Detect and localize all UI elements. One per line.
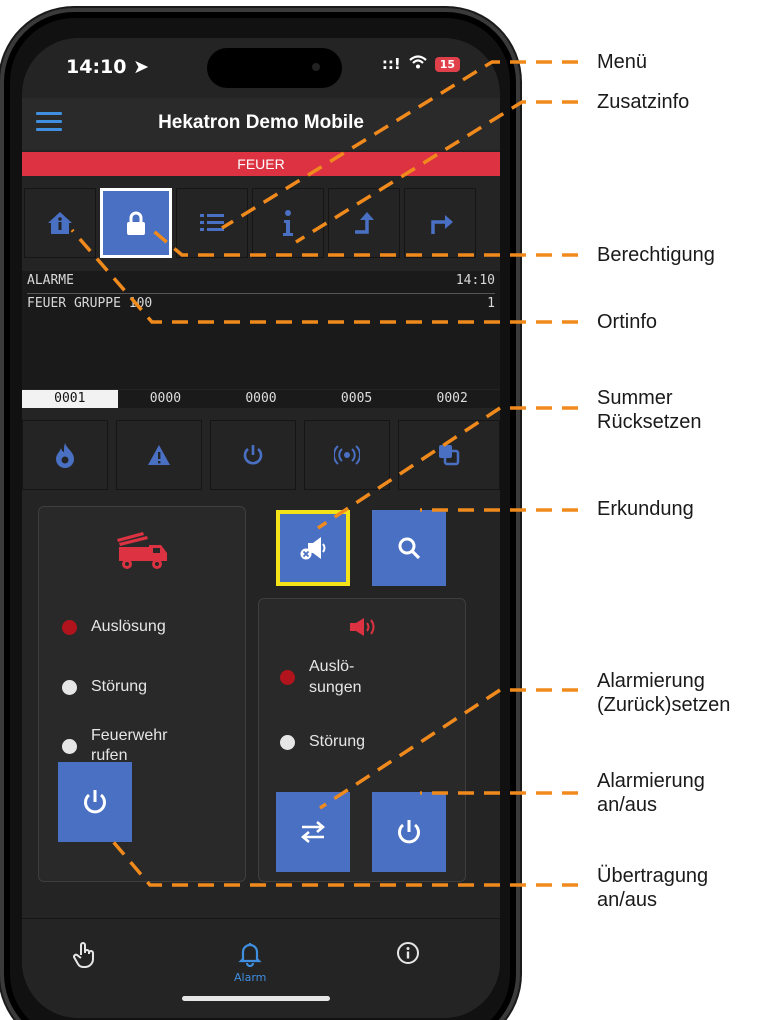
transmission-toggle-button[interactable] [58, 762, 132, 842]
counter-2[interactable]: 0000 [118, 390, 214, 408]
lock-icon [127, 211, 145, 235]
status-transmission[interactable] [304, 420, 390, 490]
label-buzzer-reset: Summer Rücksetzen [597, 387, 702, 433]
arrow-up-right-icon [431, 215, 453, 234]
label-authorization: Berechtigung [597, 244, 715, 266]
label-exploration: Erkundung [597, 498, 694, 520]
status-fault-alarm: Störung [280, 733, 365, 751]
status-indicators: ::! 15 [382, 55, 460, 73]
label-menu: Menü [597, 51, 648, 73]
indicator-red [62, 619, 77, 635]
layers-icon [439, 445, 460, 466]
search-icon [398, 537, 421, 560]
fire-icon [56, 443, 74, 468]
nav-control[interactable] [72, 941, 98, 969]
nav-alarm[interactable]: Alarm [234, 941, 266, 984]
status-call-fire-brigade: Feuerwehr rufen [62, 726, 167, 766]
phone-screen: 14:10 ➤ ::! 15 Hekatron Demo Mobile FEUE… [22, 38, 500, 1018]
buzzer-reset-button[interactable] [276, 510, 350, 586]
call-fire-brigade-label: Feuerwehr rufen [91, 727, 168, 764]
alarm-reset-button[interactable] [276, 792, 350, 872]
fire-truck-icon [117, 532, 167, 569]
fault-label: Störung [91, 678, 148, 695]
power-icon [398, 820, 420, 844]
info-icon [283, 210, 293, 236]
status-triggerings: Auslö- sungen [280, 656, 362, 698]
status-warning[interactable] [116, 420, 202, 490]
status-fault: Störung [62, 678, 147, 696]
tab-bar [24, 188, 500, 258]
alarm-message-list: ALARME 14:10 FEUER GRUPPE 100 1 [22, 271, 500, 389]
arrow-up-left-icon [355, 212, 374, 234]
swap-arrows-icon [300, 821, 326, 843]
status-power[interactable] [210, 420, 296, 490]
counter-3[interactable]: 0000 [213, 390, 309, 408]
fire-alarm-banner: FEUER [22, 152, 500, 176]
exploration-button[interactable] [372, 510, 446, 586]
label-location-info: Ortinfo [597, 311, 658, 333]
triggered-label: Auslösung [91, 618, 166, 635]
tab-arrow-right[interactable] [404, 188, 476, 258]
counter-4[interactable]: 0005 [309, 390, 405, 408]
message-header-label: ALARME [27, 273, 74, 288]
counter-5[interactable]: 0002 [404, 390, 500, 408]
alarm-toggle-button[interactable] [372, 792, 446, 872]
message-header: ALARME 14:10 [22, 271, 500, 293]
power-icon [243, 445, 263, 465]
home-info-icon [48, 212, 72, 234]
phone-frame: 14:10 ➤ ::! 15 Hekatron Demo Mobile FEUE… [0, 8, 520, 1020]
message-count: 1 [487, 296, 495, 311]
tab-location-info[interactable] [24, 188, 96, 258]
message-text: FEUER GRUPPE 100 [27, 296, 153, 311]
battery-icon: 15 [434, 56, 460, 72]
broadcast-icon [334, 445, 360, 465]
nav-alarm-label: Alarm [234, 971, 267, 984]
bottom-navigation: Alarm [22, 918, 500, 1018]
status-triggered: Auslösung [62, 618, 166, 636]
buzzer-mute-icon [300, 537, 326, 560]
list-icon [200, 214, 224, 231]
wifi-icon [408, 55, 427, 73]
power-icon [84, 790, 106, 814]
tab-additional-info[interactable] [252, 188, 324, 258]
indicator-white [62, 738, 77, 754]
tab-authorization[interactable] [100, 188, 172, 258]
speaker-icon [350, 618, 375, 636]
tab-arrow-left[interactable] [328, 188, 400, 258]
message-row[interactable]: FEUER GRUPPE 100 1 [22, 294, 500, 316]
indicator-red [280, 669, 295, 685]
tab-message-list[interactable] [176, 188, 248, 258]
warning-icon [148, 445, 170, 465]
dynamic-island [207, 48, 342, 88]
counter-alarms[interactable]: 0001 [22, 390, 118, 408]
status-time-text: 14:10 [66, 56, 127, 78]
camera-icon [312, 63, 320, 71]
app-bar: Hekatron Demo Mobile [22, 98, 500, 150]
hand-pointer-icon [73, 942, 94, 968]
home-indicator [182, 996, 330, 1001]
status-layers[interactable] [398, 420, 500, 490]
label-alarm-reset: Alarmierung (Zurück)setzen [597, 670, 731, 716]
indicator-white [62, 679, 77, 695]
label-transmission-toggle: Übertragung an/aus [597, 865, 709, 911]
info-circle-icon [397, 942, 419, 964]
app-title: Hekatron Demo Mobile [158, 112, 364, 133]
label-additional-info: Zusatzinfo [597, 91, 690, 113]
signal-icon: ::! [381, 55, 401, 73]
location-arrow-icon: ➤ [133, 56, 150, 78]
counter-bar: 0001 0000 0000 0005 0002 [22, 390, 500, 408]
indicator-white [280, 734, 295, 750]
fault-alarm-label: Störung [309, 733, 366, 750]
message-header-time: 14:10 [455, 273, 495, 288]
status-time: 14:10 ➤ [66, 56, 149, 78]
status-fire[interactable] [22, 420, 108, 490]
triggerings-label: Auslö- sungen [309, 658, 362, 696]
stage: 14:10 ➤ ::! 15 Hekatron Demo Mobile FEUE… [0, 0, 760, 1020]
label-alarm-toggle: Alarmierung an/aus [597, 770, 705, 816]
bell-icon [238, 943, 262, 967]
nav-info[interactable] [396, 941, 420, 965]
